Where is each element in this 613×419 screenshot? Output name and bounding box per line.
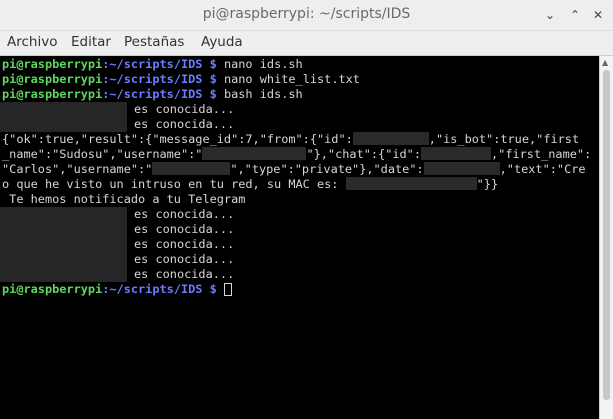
json-text: {"ok":true,"result":{"message_id":7,"fro…: [2, 132, 353, 146]
json-text: "},"chat":{"id":: [306, 147, 421, 161]
known-device-line: es conocida...: [134, 102, 235, 116]
prompt-path: :~/scripts/IDS: [102, 72, 203, 86]
terminal-window: pi@raspberrypi: ~/scripts/IDS ⌄ ⌃ ✕ Arch…: [0, 0, 613, 419]
prompt-dollar: $: [202, 87, 224, 101]
redacted-block: [0, 102, 127, 117]
vertical-scrollbar[interactable]: ▲: [599, 56, 613, 419]
terminal-output[interactable]: pi@raspberrypi:~/scripts/IDS $ nano ids.…: [0, 56, 599, 419]
known-device-line: es conocida...: [134, 252, 235, 266]
menu-bar: Archivo Editar Pestañas Ayuda: [0, 31, 613, 56]
prompt-path: :~/scripts/IDS: [102, 87, 203, 101]
command-text: bash ids.sh: [223, 87, 303, 101]
menu-ayuda[interactable]: Ayuda: [201, 34, 243, 50]
prompt-path: :~/scripts/IDS: [102, 282, 203, 296]
command-line: pi@raspberrypi:~/scripts/IDS $ nano whit…: [2, 72, 360, 87]
command-text: nano white_list.txt: [223, 72, 360, 86]
json-text: "}}: [476, 177, 499, 191]
redacted-username: [152, 162, 231, 175]
json-text: ,"is_bot":true,"first: [428, 132, 580, 146]
json-line: {"ok":true,"result":{"message_id":7,"fro…: [2, 132, 579, 147]
known-device-line: es conocida...: [134, 267, 235, 281]
minimize-button[interactable]: ⌄: [541, 6, 559, 24]
prompt-dollar: $: [202, 72, 224, 86]
json-line: _name":"Sudosu","username":" "},"chat":{"…: [2, 147, 591, 162]
close-button[interactable]: ✕: [589, 6, 607, 24]
json-text: _name":"Sudosu","username":": [2, 147, 203, 161]
prompt-user: pi@raspberrypi: [2, 282, 103, 296]
json-text: ","type":"private"},"date":: [230, 162, 424, 176]
known-device-line: es conocida...: [134, 222, 235, 236]
command-line: pi@raspberrypi:~/scripts/IDS $ bash ids.…: [2, 87, 303, 102]
redacted-mac: [345, 177, 477, 190]
redacted-block: [0, 207, 127, 282]
window-title: pi@raspberrypi: ~/scripts/IDS: [202, 6, 411, 22]
known-device-line: es conocida...: [134, 237, 235, 251]
known-device-line: es conocida...: [134, 207, 235, 221]
command-text: nano ids.sh: [223, 57, 303, 71]
title-bar[interactable]: pi@raspberrypi: ~/scripts/IDS ⌄ ⌃ ✕: [0, 0, 613, 31]
menu-archivo[interactable]: Archivo: [7, 34, 57, 50]
redacted-block: [0, 117, 127, 132]
redacted-username: [202, 147, 307, 160]
json-line: o que he visto un intruso en tu red, su …: [2, 177, 498, 192]
json-text: o que he visto un intruso en tu red, su …: [2, 177, 346, 191]
prompt-user: pi@raspberrypi: [2, 87, 103, 101]
prompt-user: pi@raspberrypi: [2, 57, 103, 71]
command-line: pi@raspberrypi:~/scripts/IDS $ nano ids.…: [2, 57, 303, 72]
prompt-dollar: $: [202, 282, 224, 296]
json-text: "Carlos","username":": [2, 162, 153, 176]
maximize-button[interactable]: ⌃: [566, 6, 584, 24]
menu-editar[interactable]: Editar: [71, 34, 111, 50]
json-line: "Carlos","username":" ","type":"private"}…: [2, 162, 586, 177]
scrollbar-thumb[interactable]: [603, 70, 610, 400]
prompt-user: pi@raspberrypi: [2, 72, 103, 86]
prompt-path: :~/scripts/IDS: [102, 57, 203, 71]
redacted-chat-id: [421, 147, 491, 160]
menu-pestanas[interactable]: Pestañas: [124, 34, 184, 50]
scroll-up-arrow-icon[interactable]: ▲: [602, 58, 608, 67]
prompt-dollar: $: [202, 57, 224, 71]
known-device-line: es conocida...: [134, 117, 235, 131]
json-text: ,"text":"Cre: [499, 162, 586, 176]
json-text: ,"first_name":: [491, 147, 592, 161]
notification-line: Te hemos notificado a tu Telegram: [2, 192, 246, 206]
text-cursor: [223, 283, 232, 296]
redacted-id: [352, 132, 429, 145]
redacted-date: [423, 162, 500, 175]
current-prompt-line[interactable]: pi@raspberrypi:~/scripts/IDS $: [2, 282, 232, 297]
